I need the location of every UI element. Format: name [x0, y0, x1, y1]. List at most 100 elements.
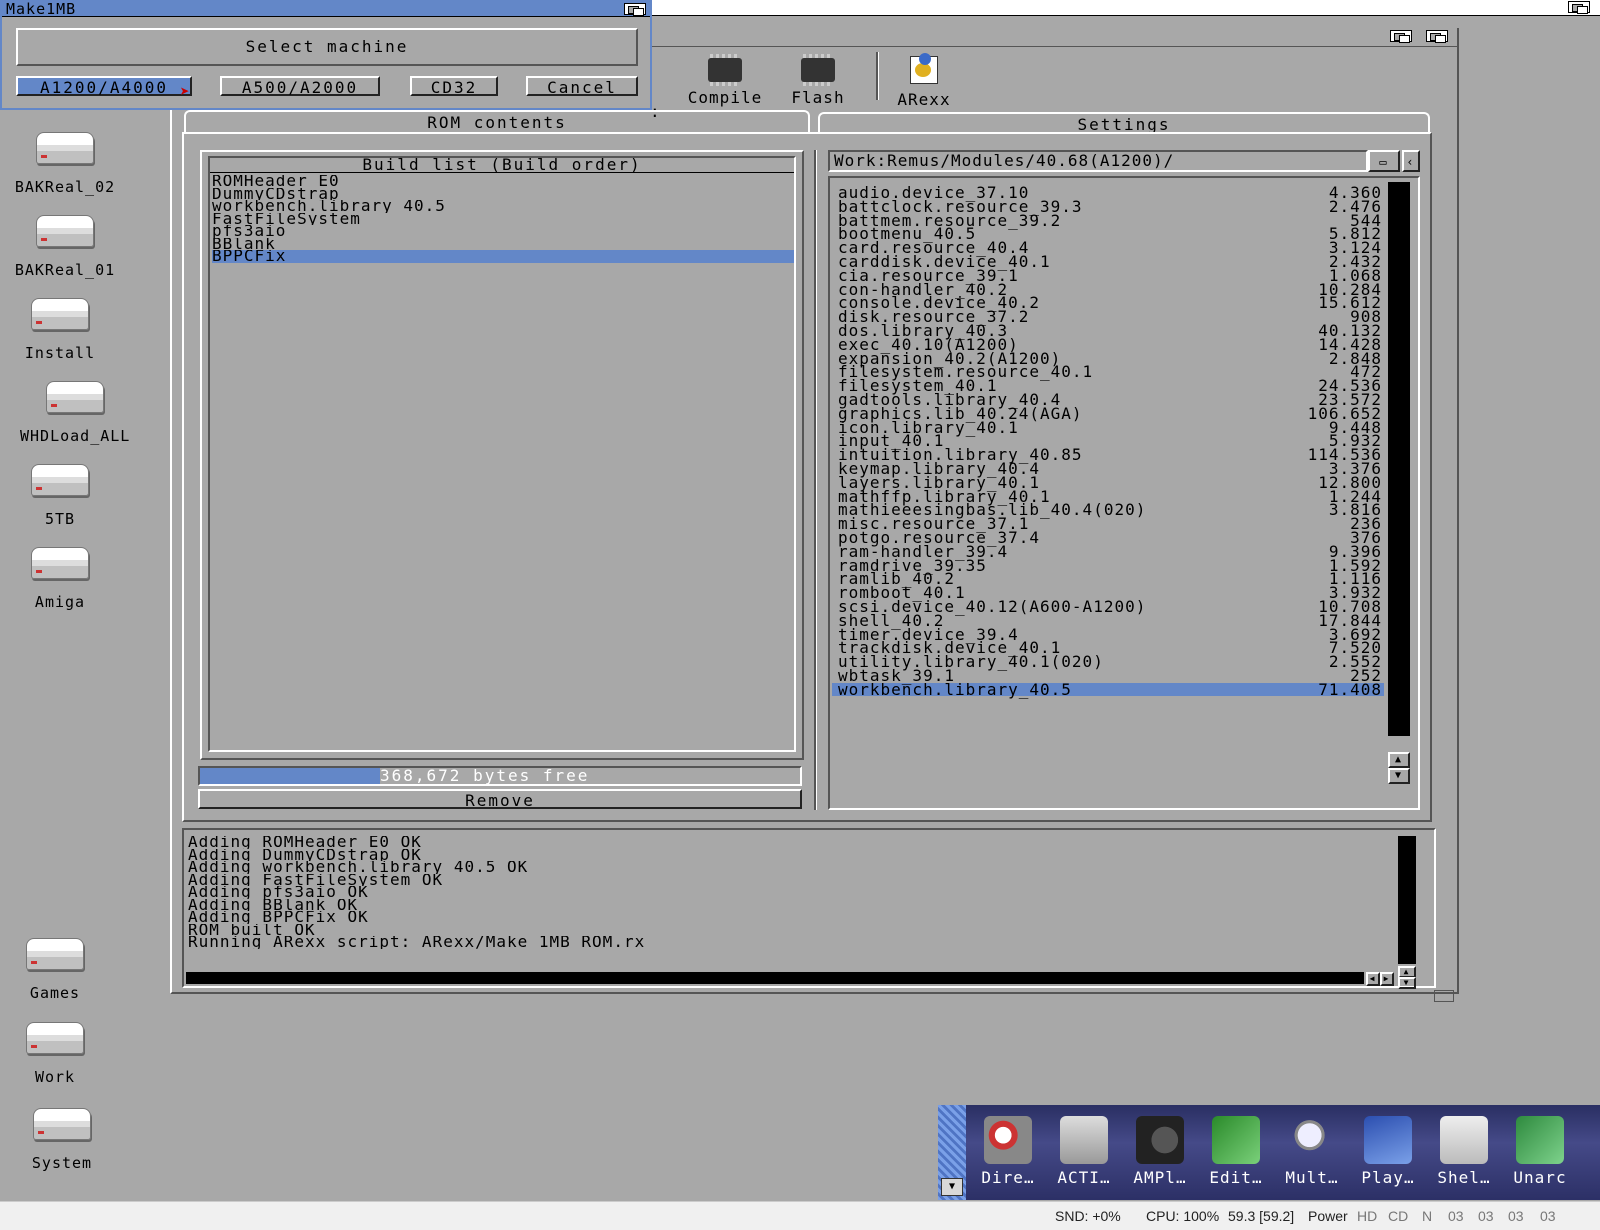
log-line: Running ARexx script: ARexx/Make_1MB_ROM… [188, 936, 646, 949]
dock-item[interactable]: AMPl… [1122, 1110, 1198, 1187]
log-scroll-left-button[interactable]: ◀ [1366, 972, 1380, 986]
build-list-item[interactable]: BBlank [212, 238, 794, 251]
module-list[interactable]: audio.device_37.10 4.360 battclock.resourc… [828, 176, 1420, 810]
a500-a2000-button[interactable]: A500/A2000 [220, 76, 380, 97]
fps-status: 59.3 [59.2] [1228, 1208, 1295, 1224]
chip-icon [708, 54, 742, 86]
log-line: ROM built OK [188, 923, 316, 937]
dock-items: Dire… ACTI… AMPl… Edit… Mult… Play… Shel… Unarc [970, 1110, 1578, 1187]
module-path-field[interactable]: Work:Remus/Modules/40.68(A1200)/ [828, 150, 1368, 172]
free-space-fill [200, 768, 380, 784]
dock-item[interactable]: ACTI… [1046, 1110, 1122, 1187]
mouse-pointer-icon: ➤ [180, 82, 190, 101]
drawer-icon: ▭ [1379, 155, 1389, 169]
requester-depth-icon[interactable] [624, 3, 646, 16]
dock-item[interactable]: Shel… [1426, 1110, 1502, 1187]
chevron-left-icon: ‹ [1406, 155, 1416, 169]
log-scroll-right-button[interactable]: ▶ [1380, 972, 1394, 986]
dock-item[interactable]: Edit… [1198, 1110, 1274, 1187]
build-list-item[interactable]: ROMHeader_E0 [212, 175, 794, 188]
depth-icon[interactable] [1426, 30, 1448, 43]
dock-item[interactable]: Dire… [970, 1110, 1046, 1187]
log-line: Adding ROMHeader_E0 OK [188, 836, 422, 849]
hard-drive-icon [26, 938, 84, 970]
activity-icon [1060, 1116, 1108, 1164]
scroll-down-button[interactable]: ▼ [1388, 768, 1410, 784]
module-row[interactable]: workbench.library_40.5 71.408 [832, 679, 1384, 699]
desktop-icon-amiga[interactable]: Amiga [5, 547, 115, 611]
compile-button[interactable]: Compile [680, 54, 770, 107]
main-window: : Compile Flash ARexx ROM contents Setti… [170, 28, 1459, 1002]
free-space-bar: 368,672 bytes free [198, 766, 802, 786]
arrow-left-icon: ◀ [1369, 974, 1377, 983]
hard-drive-icon [31, 298, 89, 330]
chip-icon [801, 54, 835, 86]
unarc-box-icon [1516, 1116, 1564, 1164]
dock-item[interactable]: Unarc [1502, 1110, 1578, 1187]
module-name: workbench.library_40.5 [838, 679, 1072, 699]
make1mb-requester: Make1MB Select machine A1200/A4000 ➤ A50… [0, 0, 652, 110]
module-size: 71.408 [1318, 679, 1382, 699]
resize-handle-icon[interactable] [1434, 990, 1454, 1002]
screen-depth-icon[interactable] [1568, 1, 1590, 14]
requester-title[interactable]: Make1MB [2, 2, 650, 17]
desktop-icon-whdload[interactable]: WHDLoad_ALL [20, 381, 130, 445]
arrow-up-icon: ▲ [1394, 754, 1404, 765]
parent-dir-button[interactable]: ‹ [1402, 150, 1420, 172]
scroll-up-button[interactable]: ▲ [1388, 752, 1410, 768]
desktop-icon-work[interactable]: Work [0, 1022, 110, 1086]
notepad-icon [1212, 1116, 1260, 1164]
dock-handle[interactable]: ▼ [938, 1105, 966, 1200]
log-line: Adding BPPCFix OK [188, 911, 369, 924]
build-list[interactable]: Build list (Build order) ROMHeader_E0 Dum… [208, 156, 796, 752]
desktop-icon-bakreal02[interactable]: BAKReal_02 [10, 132, 120, 196]
desktop-icon-5tb[interactable]: 5TB [5, 464, 115, 528]
build-list-item[interactable]: DummyCDstrap [212, 188, 794, 201]
cd-led: CD [1388, 1208, 1409, 1224]
log-line: Adding pfs3aio OK [188, 886, 369, 899]
log-scroll-down-button[interactable]: ▼ [1398, 977, 1416, 989]
desktop-icon-games[interactable]: Games [0, 938, 110, 1002]
desktop-icon-install[interactable]: Install [5, 298, 115, 362]
arexx-button[interactable]: ARexx [884, 53, 964, 109]
build-list-header: Build list (Build order) [210, 157, 794, 173]
dock-item[interactable]: Play… [1350, 1110, 1426, 1187]
cancel-button[interactable]: Cancel [526, 76, 638, 97]
zoom-icon[interactable] [1390, 30, 1412, 43]
cd32-button[interactable]: CD32 [410, 76, 498, 97]
build-list-item[interactable]: pfs3aio [212, 225, 794, 238]
remove-button[interactable]: Remove [198, 789, 802, 810]
build-list-item[interactable]: BPPCFix [212, 250, 794, 263]
build-list-item[interactable]: FastFileSystem [212, 213, 794, 226]
df0-led: 03 [1448, 1208, 1464, 1224]
dock-menu-icon[interactable]: ▼ [941, 1178, 963, 1196]
hd-led: HD [1357, 1208, 1378, 1224]
requester-message: Select machine [16, 28, 638, 66]
log-hscrollbar[interactable] [186, 972, 1364, 984]
dock-item[interactable]: Mult… [1274, 1110, 1350, 1187]
build-list-item[interactable]: workbench.library_40.5 [212, 200, 794, 213]
tab-settings[interactable]: Settings [818, 112, 1430, 134]
log-vscrollbar[interactable] [1398, 836, 1416, 964]
build-list-items: ROMHeader_E0 DummyCDstrap workbench.librar… [210, 173, 794, 263]
desktop-icon-system[interactable]: System [7, 1108, 117, 1172]
hard-drive-icon [26, 1022, 84, 1054]
flash-button[interactable]: Flash [778, 54, 858, 107]
hard-drive-icon [36, 215, 94, 247]
a1200-a4000-button[interactable]: A1200/A4000 [16, 76, 192, 97]
df3-led: 03 [1540, 1208, 1556, 1224]
tab-rom-contents[interactable]: ROM contents [184, 110, 810, 132]
sound-status: SND: +0% [1055, 1208, 1121, 1224]
arrow-down-icon: ▼ [1403, 978, 1411, 987]
dock-item-label: Shel… [1437, 1168, 1491, 1187]
system-drive-icon [33, 1108, 91, 1140]
dock-item-label: Play… [1361, 1168, 1415, 1187]
module-list-scrollbar[interactable] [1388, 182, 1410, 736]
drawer-button[interactable]: ▭ [1368, 150, 1400, 172]
log-line: Adding workbench.library_40.5 OK [188, 861, 529, 874]
dock-item-label: Mult… [1285, 1168, 1339, 1187]
desktop-icon-bakreal01[interactable]: BAKReal_01 [10, 215, 120, 279]
emulator-status-bar: SND: +0% CPU: 100% 59.3 [59.2] Power HD … [0, 1201, 1600, 1230]
cpu-status: CPU: 100% [1146, 1208, 1220, 1224]
toolbar-divider [876, 52, 879, 100]
